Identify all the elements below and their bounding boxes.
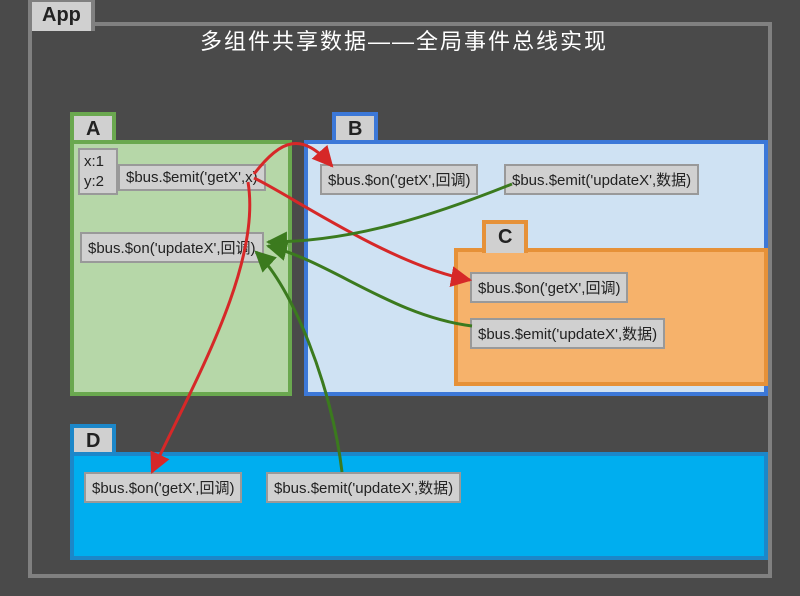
component-a-state: x:1 y:2 <box>78 148 118 195</box>
diagram-title: 多组件共享数据——全局事件总线实现 <box>200 24 608 56</box>
state-y: y:2 <box>84 172 112 192</box>
state-x: x:1 <box>84 152 112 172</box>
b-on-getx: $bus.$on('getX',回调) <box>320 164 478 195</box>
component-c <box>454 248 768 386</box>
c-emit-updatex: $bus.$emit('updateX',数据) <box>470 318 665 349</box>
a-on-updatex: $bus.$on('updateX',回调) <box>80 232 264 263</box>
c-on-getx: $bus.$on('getX',回调) <box>470 272 628 303</box>
app-frame: App 多组件共享数据——全局事件总线实现 A x:1 y:2 $bus.$em… <box>28 22 772 578</box>
d-emit-updatex: $bus.$emit('updateX',数据) <box>266 472 461 503</box>
app-tab: App <box>28 0 95 31</box>
component-c-tab: C <box>482 220 528 253</box>
a-emit-getx: $bus.$emit('getX',x) <box>118 164 266 191</box>
component-d <box>70 452 768 560</box>
b-emit-updatex: $bus.$emit('updateX',数据) <box>504 164 699 195</box>
d-on-getx: $bus.$on('getX',回调) <box>84 472 242 503</box>
